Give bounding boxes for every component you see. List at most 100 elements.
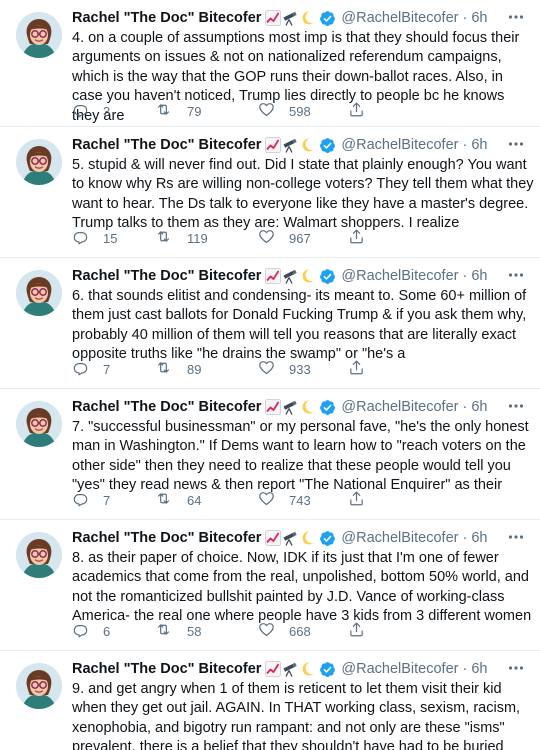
tweet[interactable]: Rachel "The Doc" Bitecofer @RachelBiteco… bbox=[0, 0, 540, 127]
chart-increasing-icon bbox=[265, 137, 282, 153]
author-name[interactable]: Rachel "The Doc" Bitecofer bbox=[72, 399, 261, 415]
chart-increasing-icon bbox=[265, 399, 282, 415]
avatar[interactable] bbox=[16, 401, 62, 447]
avatar[interactable] bbox=[16, 270, 62, 316]
tweet[interactable]: Rachel "The Doc" Bitecofer @RachelBiteco… bbox=[0, 258, 540, 389]
more-options-icon[interactable] bbox=[506, 137, 526, 151]
share-button[interactable] bbox=[348, 228, 372, 248]
tweet-text: 9. and get angry when 1 of them is retic… bbox=[72, 681, 521, 750]
tweet-actions: 7 64 743 bbox=[72, 490, 372, 510]
like-button[interactable]: 668 bbox=[258, 621, 348, 641]
reply-count: 7 bbox=[103, 361, 111, 377]
tweet[interactable]: Rachel "The Doc" Bitecofer @RachelBiteco… bbox=[0, 127, 540, 258]
like-button[interactable]: 598 bbox=[258, 101, 348, 121]
reply-button[interactable]: 6 bbox=[72, 621, 154, 641]
like-count: 743 bbox=[289, 492, 311, 508]
author-name[interactable]: Rachel "The Doc" Bitecofer bbox=[72, 10, 261, 26]
heart-icon bbox=[258, 490, 275, 510]
tweet-timestamp[interactable]: 6h bbox=[471, 137, 487, 153]
share-button[interactable] bbox=[348, 101, 372, 121]
author-handle[interactable]: @RachelBitecofer bbox=[341, 530, 458, 546]
tweet-timestamp[interactable]: 6h bbox=[471, 268, 487, 284]
heart-icon bbox=[258, 621, 275, 641]
author-handle[interactable]: @RachelBitecofer bbox=[341, 137, 458, 153]
telescope-icon bbox=[282, 10, 299, 26]
tweet[interactable]: Rachel "The Doc" Bitecofer @RachelBiteco… bbox=[0, 651, 540, 750]
reply-button[interactable]: 7 bbox=[72, 359, 154, 379]
share-button[interactable] bbox=[348, 359, 372, 379]
author-handle[interactable]: @RachelBitecofer bbox=[341, 268, 458, 284]
tweet-timestamp[interactable]: 6h bbox=[471, 661, 487, 677]
verified-badge-icon bbox=[319, 399, 336, 416]
reply-count: 3 bbox=[103, 103, 111, 119]
share-button[interactable] bbox=[348, 621, 372, 641]
name-emojis bbox=[265, 10, 316, 26]
crescent-moon-icon bbox=[299, 399, 316, 415]
heart-icon bbox=[258, 101, 275, 121]
tweet-timestamp[interactable]: 6h bbox=[471, 399, 487, 415]
verified-badge-icon bbox=[319, 530, 336, 547]
share-button[interactable] bbox=[348, 490, 372, 510]
heart-icon bbox=[258, 228, 275, 248]
avatar[interactable] bbox=[16, 532, 62, 578]
like-button[interactable]: 933 bbox=[258, 359, 348, 379]
tweet-text: 6. that sounds elitist and condensing- i… bbox=[72, 288, 527, 363]
reply-button[interactable]: 3 bbox=[72, 101, 154, 121]
retweet-button[interactable]: 79 bbox=[154, 101, 258, 121]
tweet-timestamp[interactable]: 6h bbox=[471, 10, 487, 26]
like-count: 668 bbox=[289, 623, 311, 639]
name-emojis bbox=[265, 137, 316, 153]
more-options-icon[interactable] bbox=[506, 530, 526, 544]
verified-badge-icon bbox=[319, 268, 336, 285]
reply-count: 15 bbox=[103, 230, 118, 246]
reply-button[interactable]: 7 bbox=[72, 490, 154, 510]
retweet-icon bbox=[154, 359, 173, 379]
chart-increasing-icon bbox=[265, 10, 282, 26]
reply-button[interactable]: 15 bbox=[72, 228, 154, 248]
crescent-moon-icon bbox=[299, 661, 316, 677]
avatar[interactable] bbox=[16, 139, 62, 185]
tweet[interactable]: Rachel "The Doc" Bitecofer @RachelBiteco… bbox=[0, 389, 540, 520]
author-name[interactable]: Rachel "The Doc" Bitecofer bbox=[72, 137, 261, 153]
chart-increasing-icon bbox=[265, 530, 282, 546]
tweet[interactable]: Rachel "The Doc" Bitecofer @RachelBiteco… bbox=[0, 520, 540, 651]
reply-icon bbox=[72, 490, 89, 510]
name-emojis bbox=[265, 399, 316, 415]
reply-count: 6 bbox=[103, 623, 111, 639]
more-options-icon[interactable] bbox=[506, 268, 526, 282]
tweet-actions: 15 119 967 bbox=[72, 228, 372, 248]
crescent-moon-icon bbox=[299, 268, 316, 284]
author-name[interactable]: Rachel "The Doc" Bitecofer bbox=[72, 530, 261, 546]
crescent-moon-icon bbox=[299, 137, 316, 153]
tweet-thread: Rachel "The Doc" Bitecofer @RachelBiteco… bbox=[0, 0, 540, 750]
author-name[interactable]: Rachel "The Doc" Bitecofer bbox=[72, 661, 261, 677]
author-handle[interactable]: @RachelBitecofer bbox=[341, 10, 458, 26]
like-button[interactable]: 967 bbox=[258, 228, 348, 248]
avatar[interactable] bbox=[16, 663, 62, 709]
retweet-icon bbox=[154, 228, 173, 248]
tweet-timestamp[interactable]: 6h bbox=[471, 530, 487, 546]
telescope-icon bbox=[282, 661, 299, 677]
name-emojis bbox=[265, 661, 316, 677]
more-options-icon[interactable] bbox=[506, 661, 526, 675]
author-handle[interactable]: @RachelBitecofer bbox=[341, 661, 458, 677]
retweet-button[interactable]: 89 bbox=[154, 359, 258, 379]
more-options-icon[interactable] bbox=[506, 399, 526, 413]
avatar[interactable] bbox=[16, 12, 62, 58]
share-icon bbox=[348, 101, 365, 121]
retweet-button[interactable]: 58 bbox=[154, 621, 258, 641]
tweet-text: 8. as their paper of choice. Now, IDK if… bbox=[72, 550, 532, 625]
telescope-icon bbox=[282, 530, 299, 546]
more-options-icon[interactable] bbox=[506, 10, 526, 24]
chart-increasing-icon bbox=[265, 661, 282, 677]
retweet-count: 89 bbox=[187, 361, 202, 377]
like-button[interactable]: 743 bbox=[258, 490, 348, 510]
retweet-icon bbox=[154, 490, 173, 510]
author-handle[interactable]: @RachelBitecofer bbox=[341, 399, 458, 415]
separator-dot: · bbox=[462, 10, 468, 26]
retweet-button[interactable]: 64 bbox=[154, 490, 258, 510]
retweet-button[interactable]: 119 bbox=[154, 228, 258, 248]
author-name[interactable]: Rachel "The Doc" Bitecofer bbox=[72, 268, 261, 284]
separator-dot: · bbox=[462, 137, 468, 153]
like-count: 598 bbox=[289, 103, 311, 119]
